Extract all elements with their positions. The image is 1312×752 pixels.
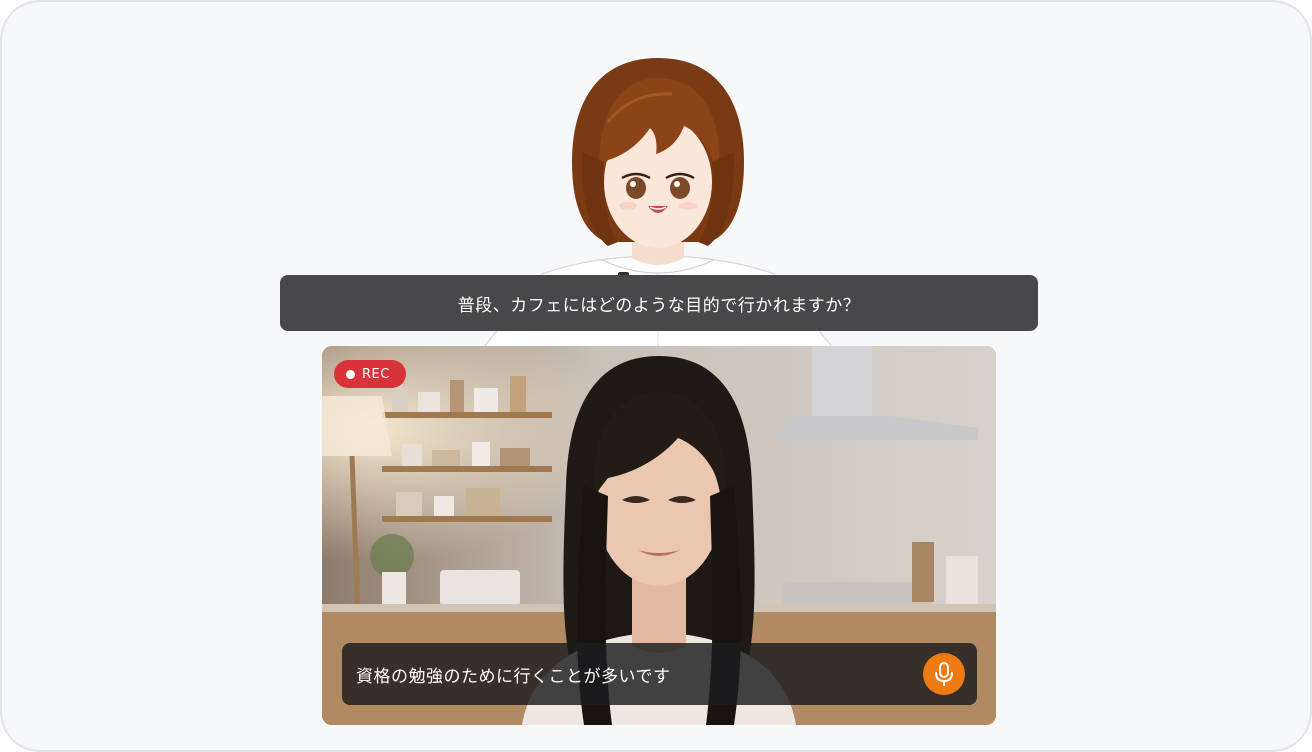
rec-label: REC — [362, 366, 390, 382]
question-text: 普段、カフェにはどのような目的で行かれますか？ — [457, 295, 861, 316]
recording-dot-icon — [346, 369, 355, 379]
answer-text: 資格の勉強のために行くことが多いです — [356, 666, 671, 687]
rec-badge: REC — [334, 360, 406, 388]
microphone-icon — [935, 662, 953, 686]
mic-button[interactable] — [923, 653, 965, 695]
interview-frame: 普段、カフェにはどのような目的で行かれますか？ REC 資格の勉強のために行くこ… — [0, 0, 1312, 752]
question-caption: 普段、カフェにはどのような目的で行かれますか？ — [280, 275, 1038, 331]
camera-feed: REC 資格の勉強のために行くことが多いです — [322, 346, 996, 725]
answer-caption: 資格の勉強のために行くことが多いです — [342, 643, 977, 705]
